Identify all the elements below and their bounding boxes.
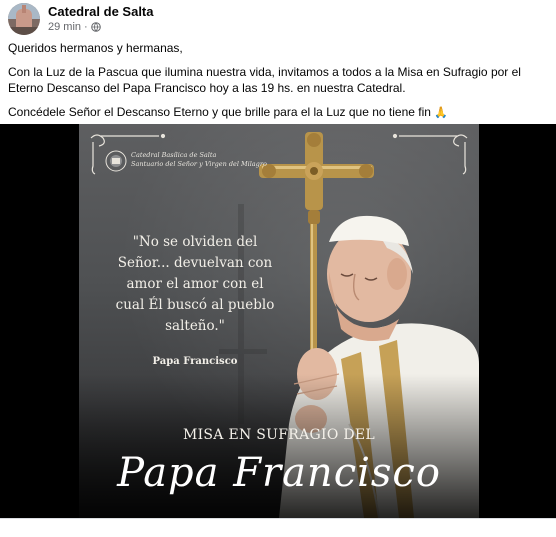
globe-icon[interactable] [90,22,101,32]
event-title: MISA EN SUFRAGIO DEL [182,427,376,443]
post-paragraph: Con la Luz de la Pascua que ilumina nues… [8,64,521,96]
quote-author: Papa Francisco [152,356,238,367]
organization-name: Catedral Basílica de Salta Santuario del… [131,151,267,168]
cathedral-seal-icon [105,150,127,172]
facebook-post: Catedral de Salta 29 min · Queridos herm… [0,0,556,537]
praying-hands-icon: 🙏 [434,106,448,119]
pope-name: Papa Francisco [117,450,441,496]
post-time-link[interactable]: 29 min [48,20,81,34]
separator: · [84,21,88,33]
post-paragraph: Queridos hermanos y hermanas, [8,41,183,55]
quote-text: "No se olviden del Señor... devuelvan co… [115,234,275,334]
post-paragraph: Concédele Señor el Descanso Eterno y que… [8,104,548,122]
post-subtitle: 29 min · [48,20,154,34]
corner-ornament-right [392,133,468,175]
divider [0,518,556,519]
post-image[interactable]: Catedral Basílica de Salta Santuario del… [0,124,556,518]
post-header: Catedral de Salta 29 min · [8,2,154,36]
post-text: Queridos hermanos y hermanas, Con la Luz… [8,40,548,128]
poster: Catedral Basílica de Salta Santuario del… [79,124,479,518]
page-name-link[interactable]: Catedral de Salta [48,4,154,20]
avatar[interactable] [8,3,40,35]
post-meta: Catedral de Salta 29 min · [48,4,154,34]
